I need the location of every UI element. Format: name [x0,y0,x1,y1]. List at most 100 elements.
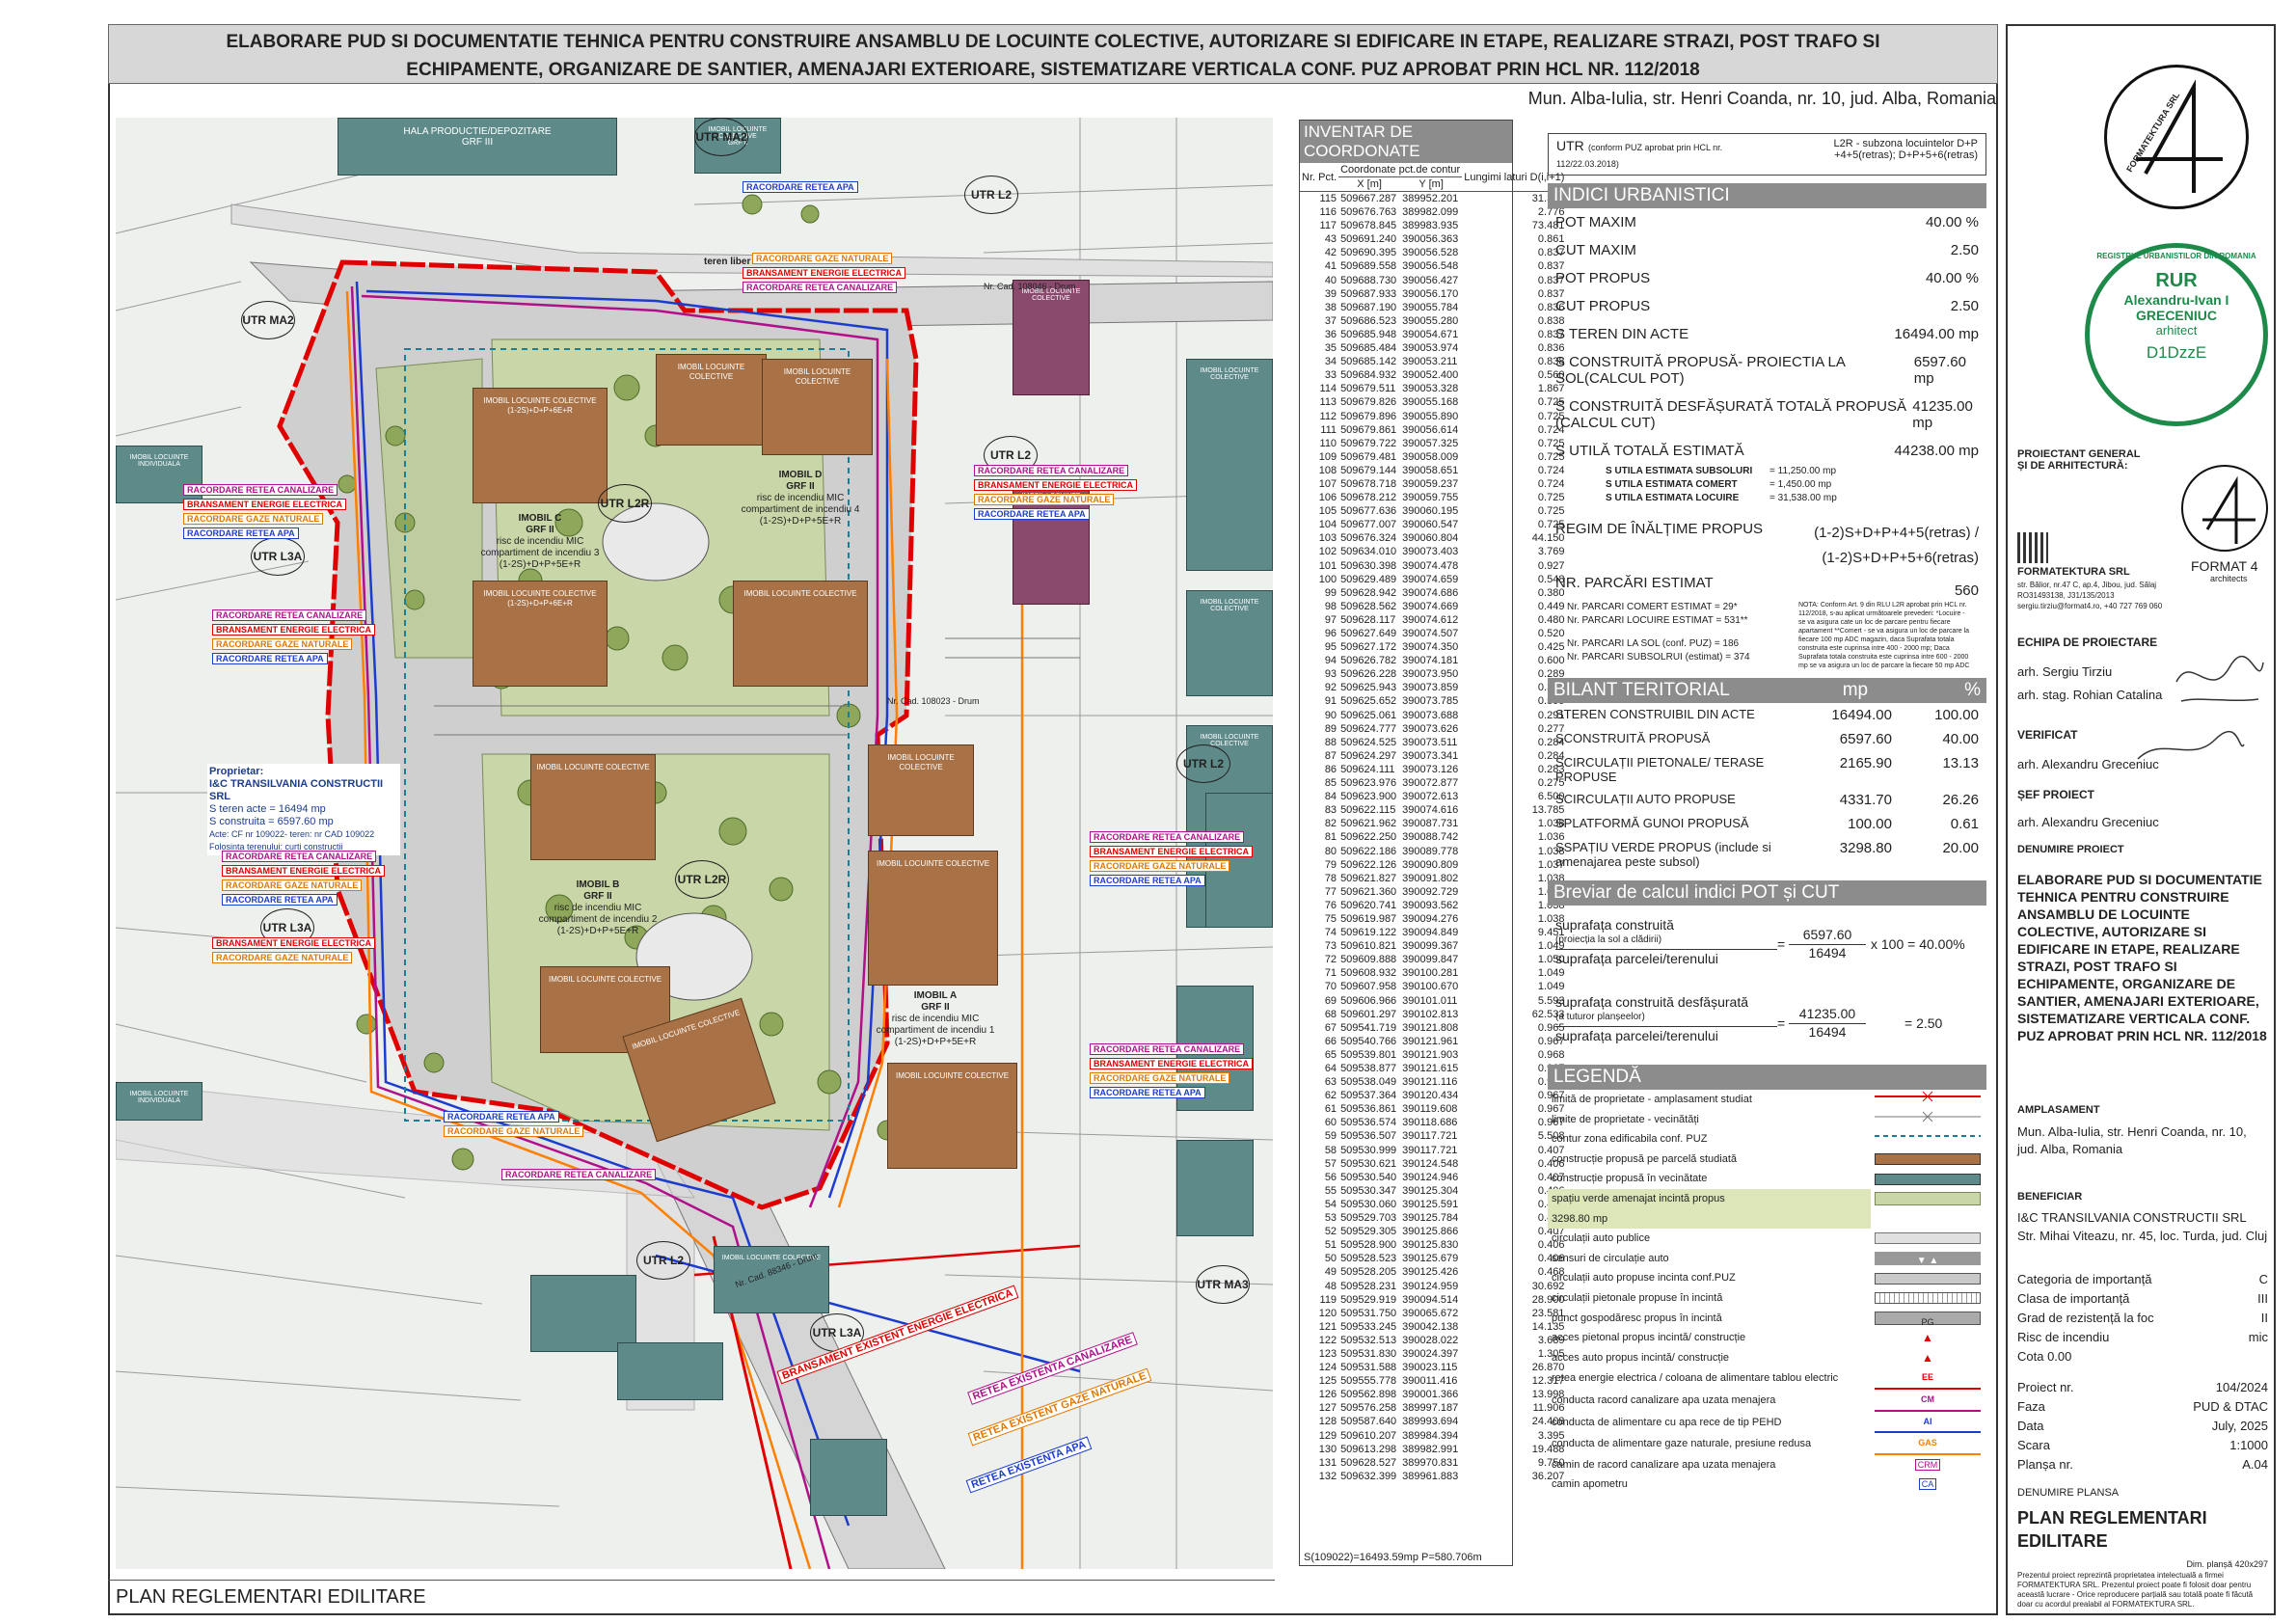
format4-logo [2181,465,2268,552]
title-block: FORMATEKTURA SRL REGISTRUL URBANISTILOR … [2006,24,2276,1615]
coordinate-title: INVENTAR DE COORDONATE [1300,121,1512,163]
bilant-pct: 0.61 [1950,816,1979,832]
coord-nr: 69 [1324,994,1337,1007]
coord-row: 100 509629.489 390074.659 0.548 [1300,573,1566,586]
coord-nr: 93 [1324,668,1337,681]
legend-symbol-icon: PG [1871,1309,1986,1329]
coord-nr: 73 [1324,940,1337,953]
utr-value: L2R - subzona locuintelor D+P +4+5(retra… [1833,138,1979,161]
bilant-row: SPLATFORMĂ GUNOI PROPUSĂ 100.00 0.61 [1548,812,1986,836]
coord-row: 94 509626.782 390074.181 0.600 [1300,654,1566,667]
parcari-item: Nr. PARCARI SUBSOLRUI (estimat) = 374 [1567,652,1750,663]
imobil-a-ci: compartiment de incendiu 1 [876,1025,995,1036]
legend-symbol-icon [1871,1110,1986,1130]
legend-symbol-icon: ▲ [1922,1331,1933,1345]
coord-y: 390074.612 [1402,613,1459,626]
block-a3-label: IMOBIL LOCUINTE COLECTIVE [895,1071,1010,1080]
coord-x: 509531.588 [1340,1362,1397,1374]
callout-apa-8: RACORDARE RETEA APA [1090,1087,1205,1098]
callout-can-8: RACORDARE RETEA CANALIZARE [501,1169,657,1180]
imobil-c-name: IMOBIL C [518,513,562,524]
coord-nr: 34 [1324,356,1337,368]
cut-num-sub: (a tuturor planșeelor) [1555,1012,1645,1022]
coord-row: 34 509685.142 390053.211 0.838 [1300,355,1566,368]
coord-nr: 107 [1318,477,1337,490]
callout-can-6: RACORDARE RETEA CANALIZARE [1090,831,1245,843]
coord-nr: 67 [1324,1021,1337,1034]
coord-x: 509689.558 [1340,260,1397,273]
coord-x: 509613.298 [1340,1443,1397,1455]
imobil-c-label: IMOBIL C GRF II risc de incendiu MIC compar… [473,513,608,571]
callout-ee-6: BRANSAMENT ENERGIE ELECTRICA [212,937,376,949]
coord-y: 390056.363 [1402,233,1459,246]
coord-x: 509540.766 [1340,1035,1397,1047]
firm-contact: sergiu.tirziu@format4.ro, +40 727 769 06… [2017,602,2163,610]
imobil-d-label: IMOBIL D GRF II risc de incendiu MIC compar… [733,470,868,527]
coord-nr: 84 [1324,791,1337,803]
coord-nr: 50 [1324,1253,1337,1265]
coord-x: 509679.481 [1340,450,1397,463]
coord-nr: 37 [1324,314,1337,327]
parcari-value: 560 [1954,582,1979,599]
indici-sub-value: = 31,538.00 mp [1769,493,1837,503]
legend-symbol-icon [1871,1209,1986,1230]
coord-x: 509537.364 [1340,1090,1397,1102]
coord-y: 390073.859 [1402,682,1459,694]
coord-x: 509609.888 [1340,954,1397,966]
coord-y: 390073.785 [1402,695,1459,708]
coord-x: 509679.511 [1340,383,1396,395]
coord-y: 390119.608 [1402,1103,1458,1116]
info-rows: Categoria de importanță C Clasa de importa… [2017,1270,2268,1347]
coord-row: 73 509610.821 390099.367 1.049 [1300,939,1566,953]
pot-num: 6597.60 [1802,927,1852,942]
coord-y: 390053.211 [1402,356,1458,368]
coord-y: 390073.950 [1402,668,1459,681]
coord-x: 509625.061 [1340,709,1397,721]
callout-ee-2: BRANSAMENT ENERGIE ELECTRICA [974,479,1138,491]
coord-y: 390121.808 [1402,1021,1459,1034]
imobil-a-name: IMOBIL A [913,990,958,1001]
callout-apa-7: RACORDARE RETEA APA [1090,875,1205,886]
coord-y: 390125.426 [1402,1266,1459,1279]
utr-label-group: UTR (conform PUZ aprobat prin HCL nr. 11… [1556,138,1776,171]
bilant-rows: STEREN CONSTRUIBIL DIN ACTE 16494.00 100.0… [1548,703,1986,873]
coord-x: 509610.821 [1340,940,1397,953]
coord-row: 81 509622.250 390088.742 1.036 [1300,830,1566,844]
coord-x: 509608.932 [1340,967,1397,980]
coord-nr: 91 [1324,695,1337,708]
coord-y: 390124.946 [1402,1171,1459,1183]
indicators-panel: UTR (conform PUZ aprobat prin HCL nr. 11… [1548,120,1986,1495]
coord-footer: S(109022)=16493.59mp P=580.706m [1304,1552,1482,1563]
coord-row: 69 509606.966 390101.011 5.593 [1300,994,1566,1008]
format4-mark-icon [2136,79,2223,193]
coord-x: 509555.778 [1340,1375,1397,1388]
coord-nr: 43 [1324,233,1337,246]
regim-row: REGIM DE ÎNĂLȚIME PROPUS (1-2)S+D+P+4+5(… [1548,505,1986,573]
legend-item: circulații pietonale propuse în incintă [1548,1288,1986,1309]
coord-row: 123 509531.830 390024.397 1.305 [1300,1347,1566,1361]
indici-label: S CONSTRUITĂ DESFĂȘURATĂ TOTALĂ PROPUSĂ … [1555,398,1906,431]
utr-box: UTR (conform PUZ aprobat prin HCL nr. 11… [1548,133,1986,176]
coord-row: 72 509609.888 390099.847 1.050 [1300,953,1566,966]
coord-x: 509677.636 [1340,505,1397,518]
coord-nr: 40 [1324,274,1337,286]
coord-nr: 74 [1324,927,1337,939]
neighbor-house-2: IMOBIL LOCUINTE INDIVIDUALA [116,1082,203,1121]
coord-nr: 54 [1324,1198,1337,1210]
coord-row: 131 509628.527 389970.831 9.750 [1300,1456,1566,1470]
imobil-c-risk: risc de incendiu MIC [496,536,584,547]
coord-row: 68 509601.297 390102.813 62.533 [1300,1008,1566,1021]
coord-row: 76509620.741390093.5621.038 [1300,899,1566,912]
info-row: Data July, 2025 [2017,1417,2268,1436]
coord-nr: 88 [1324,736,1337,748]
legend-item: construcție propusă în vecinătate [1548,1169,1986,1189]
coord-nr: 106 [1318,492,1337,504]
coord-x: 509677.007 [1340,519,1397,531]
coord-nr: 108 [1318,464,1337,476]
legend-symbol-icon: ▼ ▲ [1871,1249,1986,1269]
coord-y: 389983.935 [1402,220,1459,232]
coord-row: 56 509530.540 390124.946 0.407 [1300,1171,1566,1184]
indici-row: S CONSTRUITĂ DESFĂȘURATĂ TOTALĂ PROPUSĂ … [1548,392,1986,437]
legend-label: contur zona edificabila conf. PUZ [1552,1133,1708,1146]
header-title-line1: ELABORARE PUD SI DOCUMENTATIE TEHNICA PE… [226,32,1880,52]
